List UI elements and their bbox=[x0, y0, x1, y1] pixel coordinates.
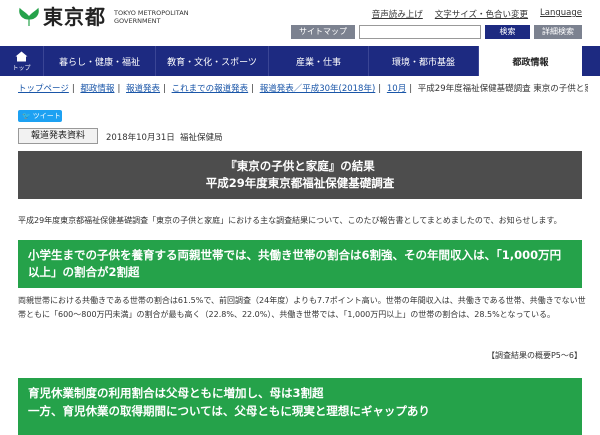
search-button[interactable]: 検索 bbox=[485, 25, 530, 39]
logo-text: 東京都 bbox=[43, 5, 106, 29]
section1-body: 両親世帯における共働きである世帯の割合は61.5%で、前回調査（24年度）よりも… bbox=[18, 296, 586, 319]
nav-item-education-culture-sports[interactable]: 教育・文化・スポーツ bbox=[156, 46, 269, 76]
page-title-line1: 『東京の子供と家庭』の結果 bbox=[225, 159, 375, 173]
page-title: 『東京の子供と家庭』の結果 平成29年度東京都福祉保健基礎調査 bbox=[18, 151, 582, 199]
advanced-search-button[interactable]: 詳細検索 bbox=[534, 25, 582, 39]
page-title-line2: 平成29年度東京都福祉保健基礎調査 bbox=[205, 176, 395, 190]
nav-item-industry-work[interactable]: 産業・仕事 bbox=[269, 46, 369, 76]
twitter-bird-icon: 🐦 bbox=[22, 112, 31, 120]
breadcrumb-link[interactable]: 報道発表 bbox=[126, 84, 160, 94]
voice-readout-link[interactable]: 音声読み上げ bbox=[372, 8, 423, 20]
intro-text: 平成29年度東京都福祉保健基礎調査「東京の子供と家庭」における主な調査結果につい… bbox=[18, 216, 562, 225]
nav-item-living-health-welfare[interactable]: 暮らし・健康・福祉 bbox=[44, 46, 156, 76]
nav-item-government-info[interactable]: 都政情報 bbox=[479, 46, 582, 76]
home-icon bbox=[15, 51, 28, 61]
logo[interactable]: 東京都 TOKYO METROPOLITAN GOVERNMENT bbox=[18, 6, 194, 28]
section1-reference: 【調査結果の概要P5〜6】 bbox=[486, 351, 582, 360]
section2-heading-line2: 一方、育児休業の取得期間については、父母ともに現実と理想にギャップあり bbox=[28, 404, 430, 418]
utility-links: 音声読み上げ 文字サイズ・色合い変更 Language bbox=[360, 8, 582, 20]
breadcrumb-link[interactable]: 都政情報 bbox=[80, 84, 114, 94]
language-link[interactable]: Language bbox=[540, 8, 582, 20]
nav-home[interactable]: トップ bbox=[0, 46, 44, 76]
nav-home-label: トップ bbox=[12, 64, 31, 72]
tweet-label: ツイート bbox=[32, 112, 61, 120]
breadcrumb-link[interactable]: トップページ bbox=[18, 84, 69, 94]
breadcrumb-current: 平成29年度福祉保健基礎調査 東京の子供と家庭 bbox=[417, 84, 588, 94]
press-release-badge: 報道発表資料 bbox=[18, 128, 98, 144]
search-input[interactable] bbox=[359, 25, 481, 39]
sitemap-button[interactable]: サイトマップ bbox=[291, 25, 355, 39]
header-toolbar: サイトマップ 検索 詳細検索 bbox=[291, 25, 582, 39]
breadcrumb-link[interactable]: 10月 bbox=[387, 84, 406, 94]
logo-english: TOKYO METROPOLITAN GOVERNMENT bbox=[114, 9, 189, 25]
section2-heading-line1: 育児休業制度の利用割合は父母ともに増加し、母は3割超 bbox=[28, 386, 324, 400]
breadcrumb: トップページ | 都政情報 | 報道発表 | これまでの報道発表 | 報道発表／平成30… bbox=[18, 82, 588, 94]
site-header: 東京都 TOKYO METROPOLITAN GOVERNMENT 音声読み上げ… bbox=[0, 0, 600, 46]
ginkgo-leaf-icon bbox=[19, 7, 39, 26]
department: 福祉保健局 bbox=[180, 133, 223, 143]
breadcrumb-link[interactable]: これまでの報道発表 bbox=[172, 84, 249, 94]
nav-item-environment-infrastructure[interactable]: 環境・都市基盤 bbox=[369, 46, 479, 76]
tweet-button[interactable]: 🐦 ツイート bbox=[18, 110, 62, 122]
global-nav: トップ 暮らし・健康・福祉 教育・文化・スポーツ 産業・仕事 環境・都市基盤 都… bbox=[0, 46, 600, 76]
breadcrumb-link[interactable]: 報道発表／平成30年(2018年) bbox=[260, 84, 376, 94]
release-date: 2018年10月31日 bbox=[106, 133, 175, 143]
text-size-color-link[interactable]: 文字サイズ・色合い変更 bbox=[435, 8, 528, 20]
section2-heading: 育児休業制度の利用割合は父母ともに増加し、母は3割超 一方、育児休業の取得期間に… bbox=[18, 378, 582, 435]
section1-heading: 小学生までの子供を養育する両親世帯では、共働き世帯の割合は6割強、その年間収入は… bbox=[18, 240, 582, 288]
